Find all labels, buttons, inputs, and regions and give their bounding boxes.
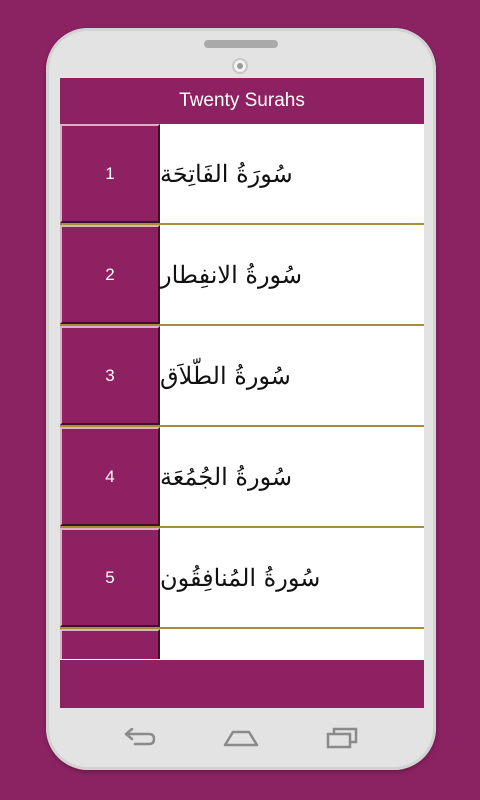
home-icon [223, 730, 259, 747]
recents-button[interactable] [322, 723, 362, 753]
surah-row-1[interactable]: 1 سُورَةُ الفَاتِحَة [60, 124, 424, 225]
surah-name[interactable]: سُورةُ الطّلاَق [160, 326, 424, 425]
app-screen: Twenty Surahs 1 سُورَةُ الفَاتِحَة 2 سُو… [60, 78, 424, 708]
front-camera [232, 58, 248, 74]
phone-frame: Twenty Surahs 1 سُورَةُ الفَاتِحَة 2 سُو… [46, 28, 436, 770]
surah-name[interactable]: سُورَةُ الفَاتِحَة [160, 124, 424, 223]
surah-row-4[interactable]: 4 سُورةُ الجُمُعَة [60, 427, 424, 528]
surah-row-2[interactable]: 2 سُورةُ الانفِطار [60, 225, 424, 326]
back-arrow-icon [125, 728, 156, 746]
surah-name[interactable] [160, 629, 424, 659]
surah-name[interactable]: سُورةُ المُنافِقُون [160, 528, 424, 627]
surah-row-partial[interactable] [60, 629, 424, 659]
back-button[interactable] [120, 723, 160, 753]
surah-name[interactable]: سُورةُ الجُمُعَة [160, 427, 424, 526]
surah-row-5[interactable]: 5 سُورةُ المُنافِقُون [60, 528, 424, 629]
surah-number-button[interactable]: 1 [60, 124, 160, 223]
surah-name[interactable]: سُورةُ الانفِطار [160, 225, 424, 324]
navigation-bar [46, 718, 436, 758]
app-title: Twenty Surahs [179, 90, 305, 111]
surah-number-button[interactable]: 2 [60, 225, 160, 324]
bottom-bar [60, 660, 424, 708]
recents-icon [326, 727, 357, 749]
surah-list: 1 سُورَةُ الفَاتِحَة 2 سُورةُ الانفِطار … [60, 124, 424, 659]
surah-row-3[interactable]: 3 سُورةُ الطّلاَق [60, 326, 424, 427]
surah-number-button[interactable]: 3 [60, 326, 160, 425]
surah-number-button[interactable]: 5 [60, 528, 160, 627]
surah-number-button[interactable] [60, 629, 160, 659]
surah-number-button[interactable]: 4 [60, 427, 160, 526]
speaker-grille [204, 40, 278, 48]
home-button[interactable] [221, 723, 261, 753]
title-bar: Twenty Surahs [60, 78, 424, 124]
